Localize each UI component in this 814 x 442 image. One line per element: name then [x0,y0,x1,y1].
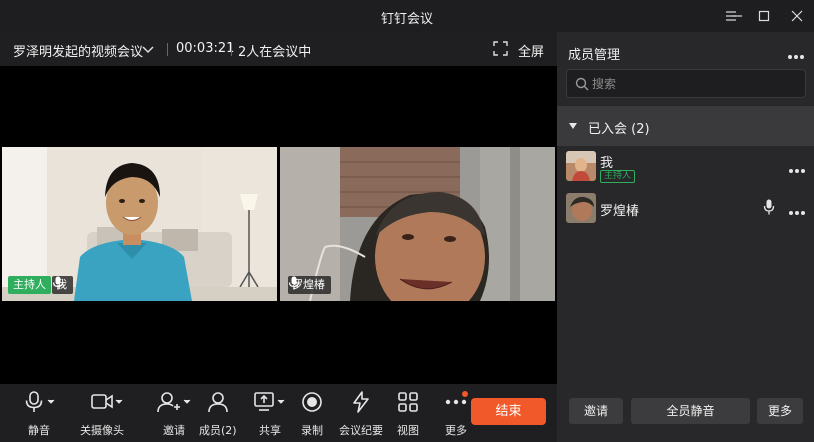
meeting-info-bar: 罗泽明发起的视频会议 00:03:21 2人在会议中 全屏 [0,32,557,66]
camera-icon [91,394,123,409]
mute-label: 静音 [28,424,50,437]
more-button[interactable]: 更多 [444,390,468,438]
divider [167,43,168,56]
member-more-icon[interactable] [788,205,806,215]
microphone-icon [25,391,55,412]
view-label: 视图 [397,424,419,437]
view-button[interactable]: 视图 [397,390,419,438]
search-icon [575,77,589,91]
share-button[interactable]: 共享 [252,390,288,438]
panel-more-button[interactable]: 更多 [757,398,803,424]
host-badge: 主持人 [8,276,51,294]
fullscreen-icon[interactable] [493,41,508,56]
meeting-timer: 00:03:21 [176,41,235,56]
search-input[interactable] [592,74,792,94]
end-meeting-button[interactable]: 结束 [471,398,546,425]
member-name: 我 [600,156,614,171]
joined-group-label: 已入会 (2) [588,122,650,137]
record-button[interactable]: 录制 [301,390,323,438]
microphone-icon[interactable] [763,199,775,215]
minutes-button[interactable]: 会议纪要 [339,390,383,438]
member-row[interactable]: 我 主持人 [557,151,814,189]
invite-label: 邀请 [163,424,185,437]
members-label: 成员(2) [199,424,237,437]
window-title: 钉钉会议 [380,12,433,27]
notification-dot [462,391,468,397]
panel-more-icon[interactable] [787,49,805,59]
video-tile-remote[interactable]: 罗煌椿 [280,147,555,301]
microphone-icon [288,276,300,290]
caret-down-icon [569,123,577,129]
members-panel: 成员管理 已入会 (2) 我 主持人 罗煌椿 邀请 全员静音 更多 [557,32,814,442]
member-search[interactable] [566,69,806,98]
share-label: 共享 [259,424,281,437]
lightning-icon [353,391,369,413]
chevron-down-icon[interactable] [140,41,156,57]
panel-title: 成员管理 [568,48,621,63]
video-stage: 主持人 我 罗煌椿 [0,66,557,384]
divider [231,43,232,56]
grid-view-icon [398,392,418,412]
share-screen-icon [254,392,285,411]
maximize-icon[interactable] [753,6,775,26]
camera-label: 关摄像头 [80,424,124,437]
meeting-title[interactable]: 罗泽明发起的视频会议 [13,41,143,60]
member-more-icon[interactable] [788,163,806,173]
fullscreen-button[interactable]: 全屏 [518,41,544,60]
participants-count: 2人在会议中 [238,45,312,60]
add-user-icon [157,392,191,413]
panel-invite-button[interactable]: 邀请 [569,398,623,424]
meeting-toolbar: 静音 关摄像头 邀请 成员(2) 共享 录制 会议纪要 视图 更多 结束 [0,384,557,442]
joined-group-header[interactable]: 已入会 (2) [557,106,814,146]
minimize-icon[interactable] [726,6,748,26]
host-tag: 主持人 [600,170,636,183]
invite-button[interactable]: 邀请 [156,390,192,438]
participant-name-chip: 罗煌椿 [288,276,331,294]
mute-button[interactable]: 静音 [22,390,56,438]
participant-name-chip: 我 [52,276,73,294]
title-bar: 钉钉会议 [0,0,814,32]
record-icon [302,392,322,412]
more-label: 更多 [445,424,467,437]
microphone-icon [52,276,64,290]
members-icon [207,392,228,413]
avatar [566,151,596,181]
camera-button[interactable]: 关摄像头 [80,390,124,438]
close-icon[interactable] [786,6,808,26]
minutes-label: 会议纪要 [339,424,383,437]
member-name: 罗煌椿 [600,204,640,219]
video-tile-self[interactable]: 主持人 我 [2,147,277,301]
members-button[interactable]: 成员(2) [199,390,237,438]
member-row[interactable]: 罗煌椿 [557,193,814,231]
mute-all-button[interactable]: 全员静音 [631,398,750,424]
avatar [566,193,596,223]
record-label: 录制 [301,424,323,437]
